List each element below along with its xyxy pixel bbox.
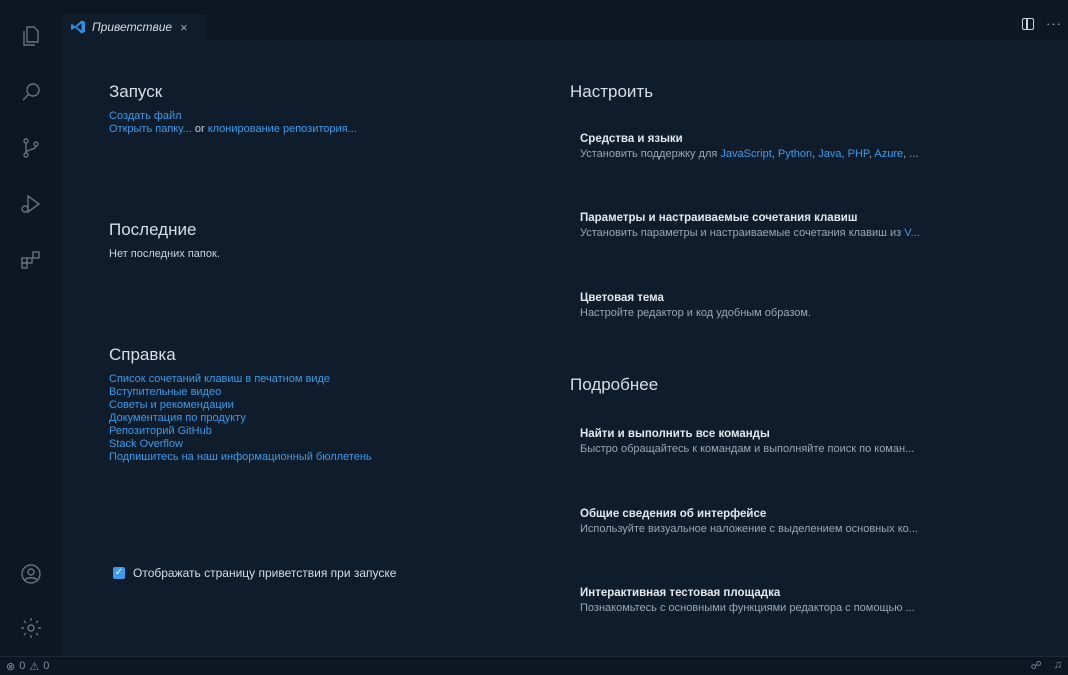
lang-java[interactable]: Java: [818, 148, 841, 160]
interface-overview-title: Общие сведения об интерфейсе: [580, 508, 767, 520]
show-welcome-row: ✓ Отображать страницу приветствия при за…: [113, 566, 396, 580]
lang-azure[interactable]: Azure: [874, 148, 903, 160]
settings-keybindings-desc: Установить параметры и настраиваемые соч…: [580, 227, 920, 239]
close-icon[interactable]: ×: [180, 20, 188, 35]
start-section-title: Запуск: [109, 82, 163, 101]
feedback-icon[interactable]: ☍: [1031, 659, 1042, 672]
explorer-icon[interactable]: [19, 24, 43, 48]
playground-desc: Познакомьтесь с основными функциями реда…: [580, 602, 915, 614]
show-welcome-label[interactable]: Отображать страницу приветствия при запу…: [133, 566, 396, 580]
welcome-page: Запуск Создать файл Открыть папку... or …: [62, 40, 1068, 657]
find-commands-title: Найти и выполнить все команды: [580, 428, 770, 440]
lang-php[interactable]: PHP: [848, 148, 869, 160]
source-control-icon[interactable]: [19, 136, 43, 160]
tools-languages-desc: Установить поддержку для JavaScript, Pyt…: [580, 148, 919, 160]
help-links: Список сочетаний клавиш в печатном виде …: [109, 373, 372, 464]
split-editor-icon[interactable]: [1022, 17, 1034, 30]
error-count: 0: [19, 660, 26, 672]
extensions-icon[interactable]: [19, 248, 43, 272]
vscode-logo-icon: [71, 20, 85, 34]
interface-overview-item[interactable]: Общие сведения об интерфейсе Используйте…: [580, 508, 1050, 535]
no-recent-text: Нет последних папок.: [109, 248, 220, 260]
help-link-newsletter[interactable]: Подпишитесь на наш информационный бюллет…: [109, 451, 372, 464]
recent-section-title: Последние: [109, 220, 197, 239]
playground-title: Интерактивная тестовая площадка: [580, 587, 781, 599]
color-theme-item[interactable]: Цветовая тема Настройте редактор и код у…: [580, 292, 1050, 319]
color-theme-title: Цветовая тема: [580, 292, 664, 304]
color-theme-desc: Настройте редактор и код удобным образом…: [580, 307, 811, 319]
new-file-link[interactable]: Создать файл: [109, 110, 357, 123]
warning-count: 0: [43, 660, 50, 672]
search-icon[interactable]: [19, 80, 43, 104]
lang-javascript[interactable]: JavaScript: [720, 148, 771, 160]
tab-bar: Приветствие × ···: [62, 0, 1068, 40]
or-text: or: [194, 123, 205, 135]
help-link-tips[interactable]: Советы и рекомендации: [109, 399, 372, 412]
customize-section-title: Настроить: [570, 82, 654, 101]
problems-status[interactable]: ⊗ 0 ⚠ 0: [0, 660, 49, 673]
settings-keybindings-title: Параметры и настраиваемые сочетания клав…: [580, 212, 858, 224]
tab-welcome[interactable]: Приветствие ×: [62, 14, 207, 40]
run-debug-icon[interactable]: [19, 192, 43, 216]
notifications-bell-icon[interactable]: ♫: [1054, 659, 1062, 672]
help-link-intro-videos[interactable]: Вступительные видео: [109, 386, 372, 399]
help-link-docs[interactable]: Документация по продукту: [109, 412, 372, 425]
error-icon: ⊗: [6, 660, 16, 673]
activity-bar: [0, 0, 62, 657]
help-link-github[interactable]: Репозиторий GitHub: [109, 425, 372, 438]
help-link-stackoverflow[interactable]: Stack Overflow: [109, 438, 372, 451]
account-icon[interactable]: [19, 562, 43, 586]
status-bar: ⊗ 0 ⚠ 0 ☍ ♫: [0, 656, 1068, 675]
open-folder-link[interactable]: Открыть папку...: [109, 123, 192, 135]
playground-item[interactable]: Интерактивная тестовая площадка Познаком…: [580, 587, 1050, 614]
find-commands-item[interactable]: Найти и выполнить все команды Быстро обр…: [580, 428, 1050, 455]
show-welcome-checkbox[interactable]: ✓: [113, 567, 125, 579]
learn-section-title: Подробнее: [570, 375, 659, 394]
tools-languages-item[interactable]: Средства и языки Установить поддержку дл…: [580, 133, 1050, 160]
tab-title: Приветствие: [92, 20, 173, 34]
lang-python[interactable]: Python: [778, 148, 812, 160]
help-section-title: Справка: [109, 345, 176, 364]
find-commands-desc: Быстро обращайтесь к командам и выполняй…: [580, 443, 915, 455]
clone-repo-link[interactable]: клонирование репозитория...: [208, 123, 357, 135]
more-actions-icon[interactable]: ···: [1046, 16, 1062, 31]
warning-icon: ⚠: [29, 660, 40, 673]
settings-keybindings-item[interactable]: Параметры и настраиваемые сочетания клав…: [580, 212, 1050, 239]
tools-languages-title: Средства и языки: [580, 133, 683, 145]
interface-overview-desc: Используйте визуальное наложение с выдел…: [580, 523, 918, 535]
help-link-keyboard-cheatsheet[interactable]: Список сочетаний клавиш в печатном виде: [109, 373, 372, 386]
settings-gear-icon[interactable]: [19, 616, 43, 640]
